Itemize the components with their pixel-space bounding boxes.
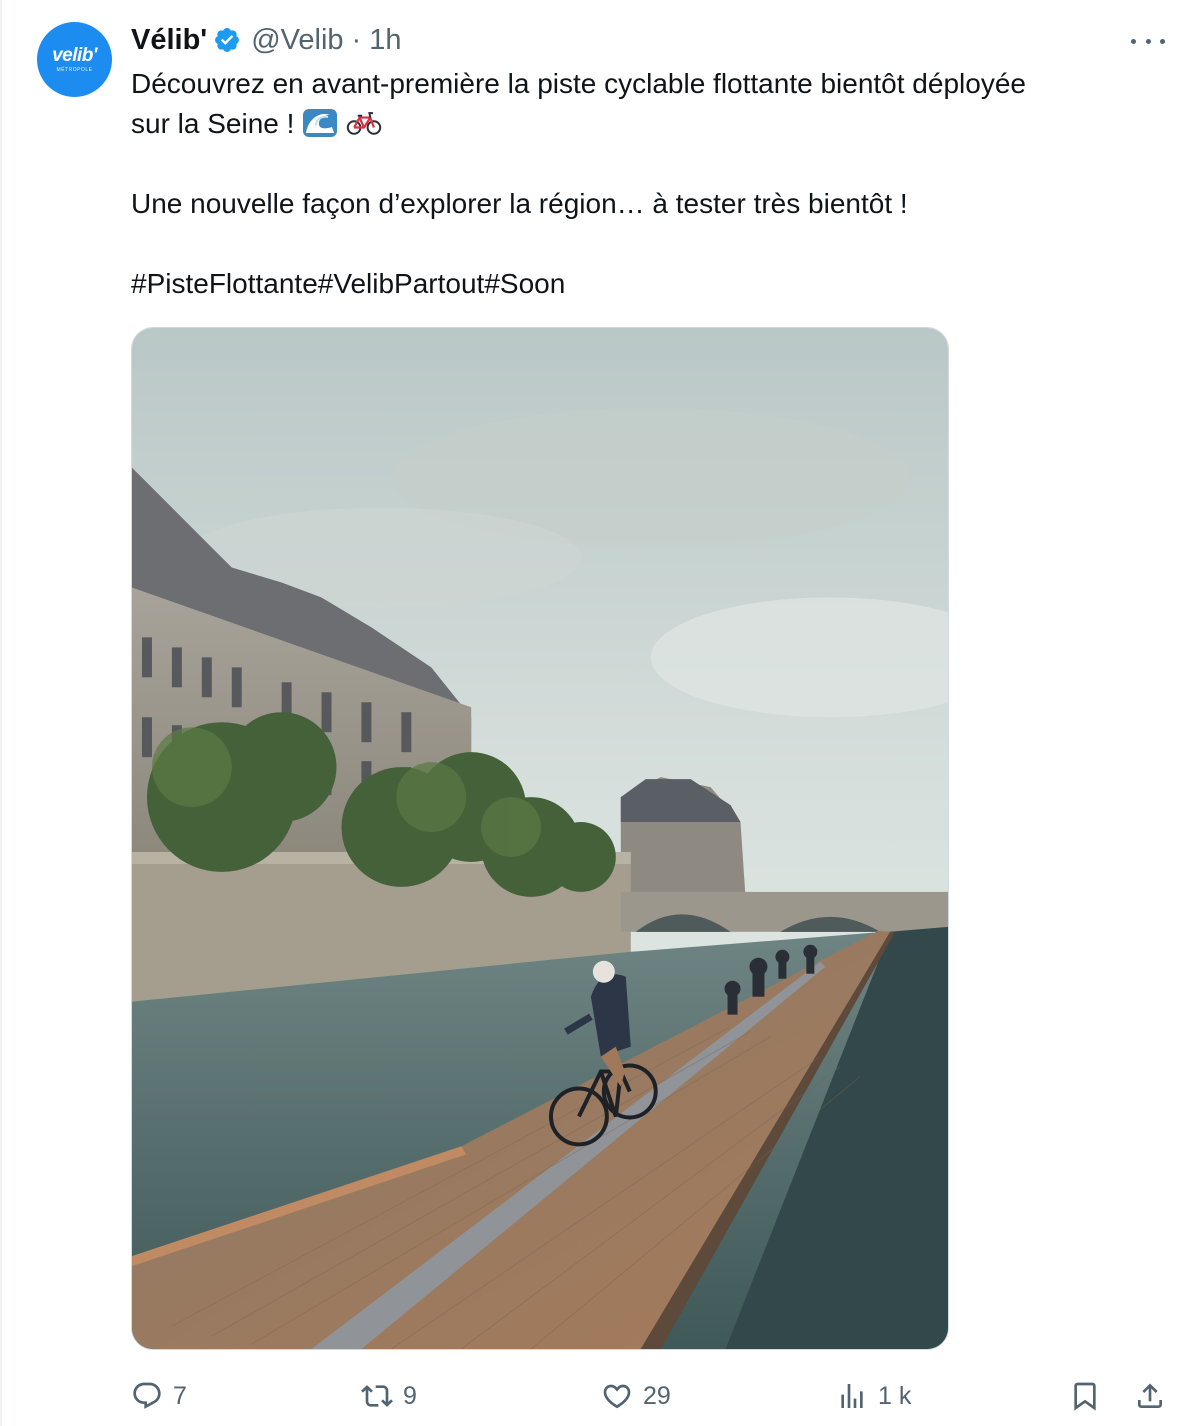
tweet-line-2-text: sur la Seine !: [131, 108, 295, 139]
like-button[interactable]: 29: [601, 1370, 671, 1422]
avatar[interactable]: velib' MÉTROPOLE: [37, 22, 112, 97]
tweet-photo[interactable]: [131, 327, 949, 1350]
views-button[interactable]: 1 k: [836, 1370, 911, 1422]
separator-dot: ·: [351, 23, 362, 56]
repost-button[interactable]: 9: [361, 1370, 417, 1422]
bicycle-emoji-icon: [346, 112, 382, 135]
author-name[interactable]: Vélib': [131, 24, 207, 57]
bookmark-icon: [1074, 1382, 1096, 1411]
author-handle[interactable]: @Velib: [251, 24, 343, 57]
timestamp[interactable]: 1h: [369, 24, 401, 57]
tweet-text: Découvrez en avant-première la piste cyc…: [131, 64, 1151, 304]
more-options-icon[interactable]: [1131, 24, 1165, 58]
tweet-hashtags[interactable]: #PisteFlottante#VelibPartout#Soon: [131, 264, 1151, 304]
reply-icon: [133, 1382, 161, 1409]
analytics-icon: [841, 1384, 863, 1408]
repost-count: 9: [403, 1381, 417, 1410]
reply-count: 7: [173, 1381, 187, 1410]
tweet-actions: 7 9 29 1 k: [131, 1370, 1171, 1422]
divider: [0, 0, 2, 1426]
repost-icon: [361, 1385, 393, 1407]
wave-emoji-icon: [303, 109, 338, 137]
tweet-line-2: sur la Seine !: [131, 104, 1151, 144]
reply-button[interactable]: 7: [131, 1370, 187, 1422]
heart-icon: [603, 1384, 631, 1409]
verified-badge-icon[interactable]: [213, 26, 241, 54]
tweet-paragraph-2: Une nouvelle façon d’explorer la région……: [131, 188, 908, 219]
avatar-logo-subtext: MÉTROPOLE: [56, 67, 93, 73]
floating-bike-lane-photo: [132, 328, 948, 1349]
avatar-logo-text: velib': [52, 45, 97, 66]
share-button[interactable]: [1134, 1370, 1166, 1422]
share-icon: [1138, 1383, 1162, 1408]
bookmark-button[interactable]: [1069, 1370, 1101, 1422]
like-count: 29: [643, 1381, 671, 1410]
tweet-header: Vélib' @Velib · 1h: [131, 22, 401, 58]
tweet-line-1: Découvrez en avant-première la piste cyc…: [131, 68, 1026, 99]
view-count: 1 k: [878, 1381, 912, 1410]
tweet-card: velib' MÉTROPOLE Vélib' @Velib · 1h Déco…: [0, 0, 1186, 1426]
